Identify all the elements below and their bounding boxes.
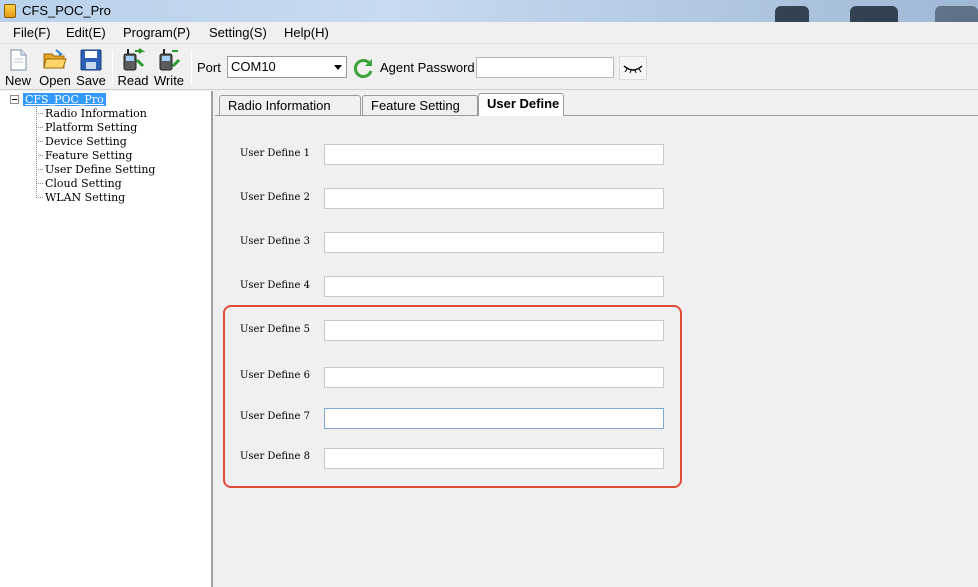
save-button[interactable]: Save bbox=[76, 46, 106, 90]
new-file-icon bbox=[10, 49, 27, 71]
port-select[interactable]: COM10 bbox=[227, 56, 347, 78]
tab-radio-information[interactable]: Radio Information bbox=[219, 95, 361, 115]
tree-connector bbox=[36, 169, 43, 170]
tab-user-define[interactable]: User Define bbox=[478, 93, 564, 116]
content-pane: Radio Information Feature Setting User D… bbox=[215, 91, 978, 587]
dropdown-arrow-icon[interactable] bbox=[330, 57, 346, 77]
refresh-icon[interactable] bbox=[351, 56, 375, 80]
menu-program[interactable]: Program(P) bbox=[123, 25, 190, 40]
tree-item-device-setting[interactable]: Device Setting bbox=[45, 135, 127, 148]
user-define-4-label: User Define 4 bbox=[240, 280, 310, 291]
menu-help[interactable]: Help(H) bbox=[284, 25, 329, 40]
tree-item-feature-setting[interactable]: Feature Setting bbox=[45, 149, 132, 162]
tree-connector bbox=[36, 127, 43, 128]
app-icon bbox=[4, 4, 16, 18]
tree-item-user-define-setting[interactable]: User Define Setting bbox=[45, 163, 155, 176]
user-define-2-label: User Define 2 bbox=[240, 192, 310, 203]
write-label: Write bbox=[153, 73, 185, 88]
tree-item-cloud-setting[interactable]: Cloud Setting bbox=[45, 177, 122, 190]
port-value: COM10 bbox=[231, 59, 276, 74]
toolbar: New Open Save Read Write Port COM10 Agen… bbox=[0, 44, 978, 90]
write-radio-icon bbox=[159, 49, 181, 71]
user-define-3-input[interactable] bbox=[324, 232, 664, 253]
tab-feature-setting[interactable]: Feature Setting bbox=[362, 95, 478, 115]
background-decoration bbox=[935, 6, 978, 22]
tree-item-wlan-setting[interactable]: WLAN Setting bbox=[45, 191, 125, 204]
tree-connector bbox=[36, 155, 43, 156]
tree-connector bbox=[36, 183, 43, 184]
tree-connector bbox=[36, 141, 43, 142]
toolbar-separator bbox=[191, 50, 192, 84]
menu-bar: File(F) Edit(E) Program(P) Setting(S) He… bbox=[0, 22, 978, 44]
toolbar-separator bbox=[112, 50, 113, 84]
open-label: Open bbox=[39, 73, 71, 88]
user-define-3-label: User Define 3 bbox=[240, 236, 310, 247]
read-label: Read bbox=[117, 73, 149, 88]
menu-edit[interactable]: Edit(E) bbox=[66, 25, 106, 40]
tree-connector bbox=[36, 105, 37, 198]
agent-password-label: Agent Password bbox=[380, 60, 475, 75]
tree-item-platform-setting[interactable]: Platform Setting bbox=[45, 121, 137, 134]
write-button[interactable]: Write bbox=[152, 46, 186, 90]
user-define-4-input[interactable] bbox=[324, 276, 664, 297]
tab-strip-border bbox=[215, 115, 978, 116]
user-define-2-input[interactable] bbox=[324, 188, 664, 209]
background-decoration bbox=[850, 6, 898, 22]
navigation-tree: CFS_POC_Pro Radio Information Platform S… bbox=[0, 91, 213, 587]
tree-item-radio-information[interactable]: Radio Information bbox=[45, 107, 147, 120]
highlight-annotation bbox=[223, 305, 682, 488]
new-button[interactable]: New bbox=[3, 46, 33, 90]
window-title: CFS_POC_Pro bbox=[22, 3, 111, 18]
show-password-button[interactable] bbox=[619, 56, 647, 80]
save-label: Save bbox=[76, 73, 106, 88]
menu-setting[interactable]: Setting(S) bbox=[209, 25, 267, 40]
tree-connector bbox=[36, 113, 43, 114]
read-radio-icon bbox=[123, 48, 146, 71]
open-folder-icon bbox=[43, 49, 67, 69]
title-bar: CFS_POC_Pro bbox=[0, 0, 978, 22]
open-button[interactable]: Open bbox=[38, 46, 72, 90]
eye-closed-icon bbox=[623, 65, 643, 74]
user-define-1-label: User Define 1 bbox=[240, 148, 310, 159]
collapse-toggle-icon[interactable] bbox=[10, 95, 19, 104]
read-button[interactable]: Read bbox=[117, 46, 149, 90]
new-label: New bbox=[4, 73, 31, 88]
menu-file[interactable]: File(F) bbox=[13, 25, 51, 40]
background-decoration bbox=[775, 6, 809, 22]
save-disk-icon bbox=[80, 49, 102, 71]
port-label: Port bbox=[197, 60, 221, 75]
tree-connector bbox=[36, 197, 43, 198]
user-define-1-input[interactable] bbox=[324, 144, 664, 165]
agent-password-input[interactable] bbox=[476, 57, 614, 78]
